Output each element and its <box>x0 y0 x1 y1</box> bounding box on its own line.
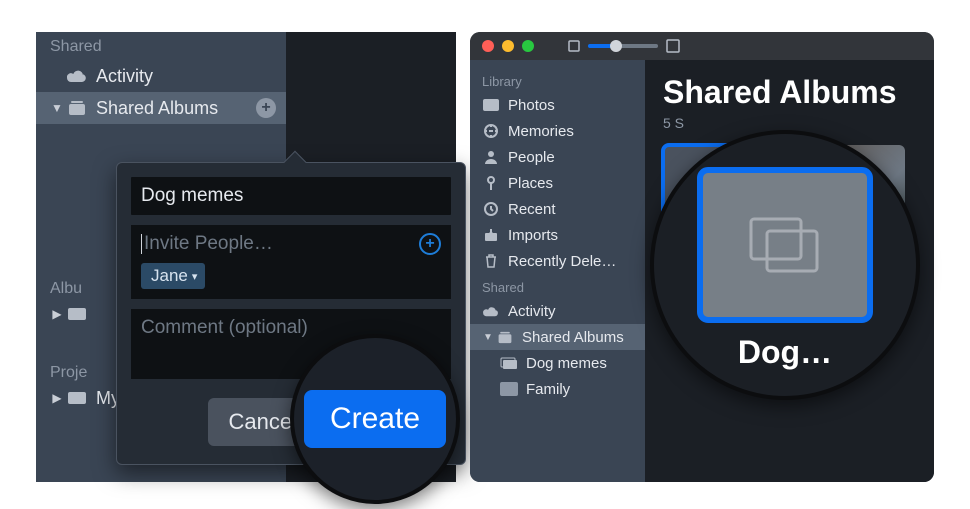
page-subtitle: 5 S <box>663 115 916 131</box>
album-name-input[interactable] <box>131 177 451 215</box>
chip-label: Jane <box>151 266 188 286</box>
minimize-window-button[interactable] <box>502 40 514 52</box>
album-icon <box>66 303 88 325</box>
right-sidebar: Library Photos Memories People Places Re… <box>470 60 645 482</box>
memories-icon <box>482 122 500 140</box>
sidebar-item-label: Recently Dele… <box>508 253 637 270</box>
projects-icon <box>66 387 88 409</box>
magnifier-create: Create <box>290 334 460 504</box>
thumbnail-size-slider[interactable] <box>588 44 658 48</box>
chevron-down-icon: ▾ <box>192 270 198 283</box>
sidebar-item-shared-albums[interactable]: ▼ Shared Albums + <box>36 92 286 124</box>
create-button-magnified[interactable]: Create <box>304 390 446 448</box>
album-thumbnail-magnified[interactable] <box>700 170 870 320</box>
imports-icon <box>482 226 500 244</box>
close-window-button[interactable] <box>482 40 494 52</box>
disclosure-triangle-icon[interactable]: ▶ <box>50 307 64 321</box>
sidebar-item-shared-albums[interactable]: ▼ Shared Albums <box>470 324 645 350</box>
sidebar-item-label: Recent <box>508 201 637 218</box>
sidebar-item-activity[interactable]: Activity <box>470 298 645 324</box>
zoom-window-button[interactable] <box>522 40 534 52</box>
recent-icon <box>482 200 500 218</box>
sidebar-item-label: Dog memes <box>526 355 637 372</box>
page-title: Shared Albums <box>663 74 916 111</box>
album-stack-icon <box>66 97 88 119</box>
disclosure-triangle-icon[interactable]: ▼ <box>482 332 494 343</box>
album-icon <box>500 354 518 372</box>
text-cursor <box>141 234 142 254</box>
sidebar-item-label: Shared Albums <box>522 329 637 346</box>
album-thumbnail-icon <box>500 382 518 396</box>
places-icon <box>482 174 500 192</box>
empty-album-icon <box>745 213 825 277</box>
shared-section-header: Shared <box>36 32 286 60</box>
sidebar-item-dog-memes[interactable]: Dog memes <box>470 350 645 376</box>
sidebar-item-recent[interactable]: Recent <box>470 196 645 222</box>
trash-icon <box>482 252 500 270</box>
sidebar-item-label: Family <box>526 381 637 398</box>
sidebar-item-activity[interactable]: Activity <box>36 60 286 92</box>
thumbnail-small-icon[interactable] <box>568 40 580 52</box>
magnifier-album: Dog… <box>650 130 920 400</box>
invite-people-input[interactable] <box>144 233 419 255</box>
sidebar-item-family[interactable]: Family <box>470 376 645 402</box>
sidebar-item-memories[interactable]: Memories <box>470 118 645 144</box>
sidebar-item-label: Places <box>508 175 637 192</box>
sidebar-item-label: Imports <box>508 227 637 244</box>
invite-people-field[interactable]: + Jane ▾ <box>131 225 451 299</box>
library-section-header: Library <box>470 68 645 92</box>
window-titlebar <box>470 32 934 60</box>
invitee-chip[interactable]: Jane ▾ <box>141 263 205 289</box>
cloud-icon <box>482 302 500 320</box>
sidebar-item-label: Photos <box>508 97 637 114</box>
sidebar-item-label: Activity <box>508 303 637 320</box>
sidebar-item-label: Memories <box>508 123 637 140</box>
disclosure-triangle-icon[interactable]: ▶ <box>50 391 64 405</box>
sidebar-item-imports[interactable]: Imports <box>470 222 645 248</box>
add-shared-album-button[interactable]: + <box>256 98 276 118</box>
album-stack-icon <box>496 328 514 346</box>
people-icon <box>482 148 500 166</box>
sidebar-item-label: Shared Albums <box>96 98 256 119</box>
album-name-magnified: Dog… <box>738 334 832 371</box>
sidebar-item-photos[interactable]: Photos <box>470 92 645 118</box>
sidebar-item-recently-deleted[interactable]: Recently Dele… <box>470 248 645 274</box>
disclosure-triangle-icon[interactable]: ▼ <box>50 101 64 115</box>
photos-icon <box>482 96 500 114</box>
cloud-icon <box>66 65 88 87</box>
add-invitee-button[interactable]: + <box>419 233 441 255</box>
shared-section-header: Shared <box>470 274 645 298</box>
sidebar-item-label: Activity <box>96 66 276 87</box>
thumbnail-large-icon[interactable] <box>666 39 680 53</box>
sidebar-item-places[interactable]: Places <box>470 170 645 196</box>
sidebar-item-label: People <box>508 149 637 166</box>
sidebar-item-people[interactable]: People <box>470 144 645 170</box>
